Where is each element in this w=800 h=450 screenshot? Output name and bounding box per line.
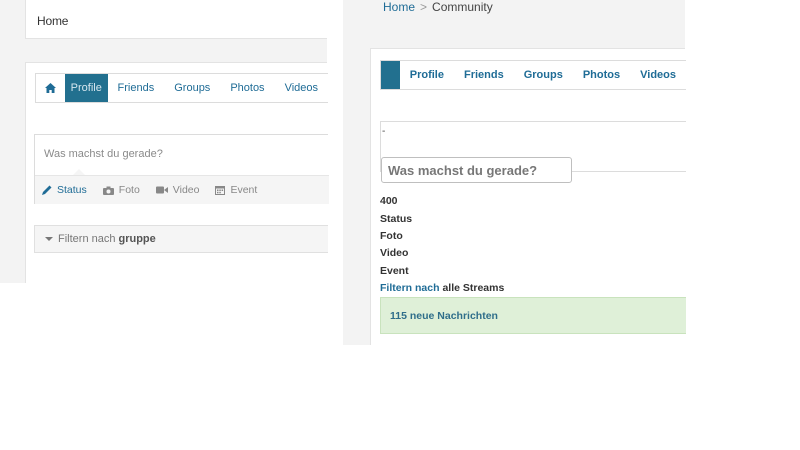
tab-friends[interactable]: Friends [454,69,514,81]
composer-options: Status Foto Video Event [35,175,329,204]
filter-value: gruppe [118,233,156,245]
nav-home-button[interactable] [381,61,400,89]
pencil-icon [42,185,52,195]
tab-videos[interactable]: Videos [275,74,328,102]
calendar-icon [215,186,226,195]
option-event[interactable]: Event [215,184,257,196]
tab-photos[interactable]: Photos [573,69,630,81]
status-box-dash: - [382,126,386,137]
filter-prefix: Filtern nach [380,282,440,294]
camera-icon [102,186,114,195]
header-home-link[interactable]: Home [37,14,68,28]
tab-profile[interactable]: Profile [64,74,108,102]
filter-dropdown[interactable]: Filtern nach gruppe [34,225,328,253]
tab-friends[interactable]: Friends [108,74,165,102]
tab-videos[interactable]: Videos [630,69,686,81]
breadcrumb-separator-icon: > [420,0,428,14]
option-status[interactable]: Status [42,184,87,196]
left-main-card: Profile Friends Groups Photos Videos Was… [25,62,329,283]
right-main-card: Profile Friends Groups Photos Videos - W… [370,48,686,345]
tab-profile[interactable]: Profile [400,69,454,81]
status-input[interactable]: Was machst du gerade? [44,148,163,160]
status-composer: Was machst du gerade? Status Foto Video … [34,134,329,204]
profile-nav: Profile Friends Groups Photos Videos [35,73,328,103]
home-icon [44,83,56,93]
option-event[interactable]: Event [380,265,409,277]
breadcrumb-home-link[interactable]: Home [383,0,415,14]
option-video-label: Video [172,184,200,196]
option-foto-label: Foto [118,184,140,196]
left-header: Home [25,0,327,39]
tab-groups[interactable]: Groups [164,74,220,102]
filter-prefix: Filtern nach [58,233,116,245]
filter-dropdown[interactable]: Filtern nach alle Streams [380,282,504,294]
option-status[interactable]: Status [380,213,412,225]
option-foto[interactable]: Foto [102,184,140,196]
breadcrumb: Home > Community [383,0,493,14]
video-camera-icon [155,186,168,194]
option-foto[interactable]: Foto [380,230,403,242]
breadcrumb-current: Community [432,0,493,14]
new-messages-alert[interactable]: 115 neue Nachrichten [380,297,686,334]
tab-photos[interactable]: Photos [220,74,274,102]
option-status-label: Status [57,184,87,196]
status-input[interactable]: Was machst du gerade? [381,157,572,183]
option-event-label: Event [230,184,258,196]
option-video[interactable]: Video [155,184,200,196]
profile-nav-unstyled: Profile Friends Groups Photos Videos [380,60,686,90]
filter-value: alle Streams [442,282,505,294]
char-count: 400 [380,195,398,207]
tab-groups[interactable]: Groups [514,69,573,81]
caret-down-icon [45,237,53,241]
nav-home-button[interactable] [36,74,65,102]
option-video[interactable]: Video [380,247,408,259]
